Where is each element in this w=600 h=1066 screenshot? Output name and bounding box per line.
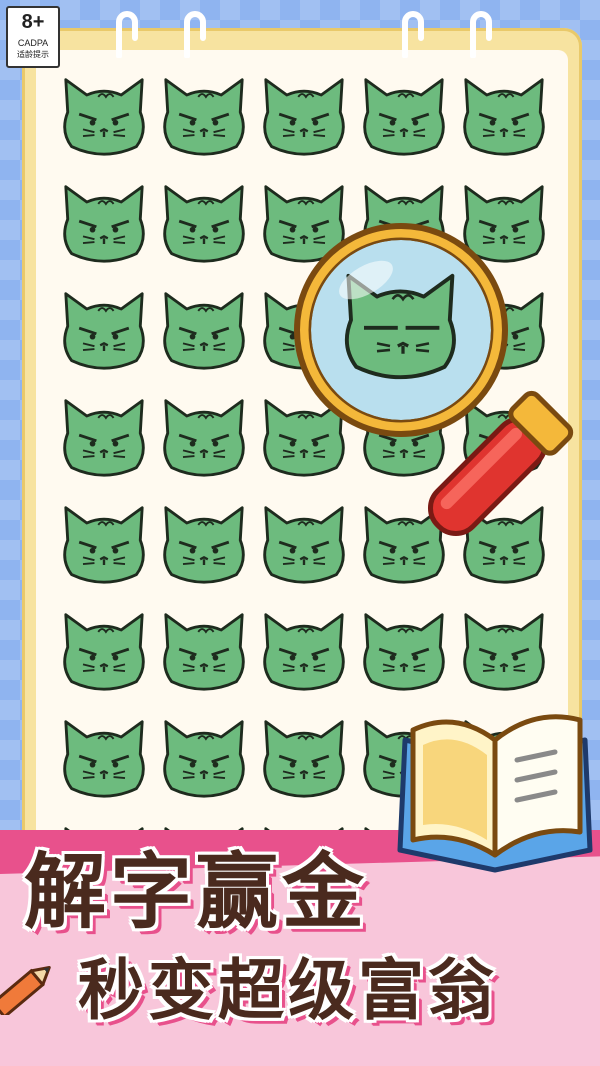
cat-face-icon	[163, 185, 245, 263]
cat-face-icon	[163, 506, 245, 584]
cat-face-icon	[63, 292, 145, 370]
cat-cell[interactable]	[154, 502, 254, 609]
cat-face-icon	[63, 506, 145, 584]
cat-cell[interactable]	[354, 74, 454, 181]
cat-face-icon	[363, 613, 445, 691]
cat-face-icon	[263, 613, 345, 691]
cat-face-icon	[163, 292, 245, 370]
cat-cell[interactable]	[154, 395, 254, 502]
cat-cell[interactable]	[54, 395, 154, 502]
cat-face-icon	[63, 185, 145, 263]
age-rating-org: CADPA	[17, 38, 49, 48]
notebook-ring-right-2	[470, 11, 492, 58]
cat-cell[interactable]	[154, 288, 254, 395]
cat-cell[interactable]	[54, 74, 154, 181]
cat-cell[interactable]	[154, 181, 254, 288]
cat-cell[interactable]	[254, 74, 354, 181]
cat-face-icon	[63, 78, 145, 156]
cat-face-icon	[63, 399, 145, 477]
cat-face-icon	[363, 78, 445, 156]
cat-face-icon	[163, 399, 245, 477]
notebook-ring-right	[402, 11, 424, 58]
cat-cell[interactable]	[54, 181, 154, 288]
cat-face-icon	[463, 613, 545, 691]
cat-cell[interactable]	[154, 74, 254, 181]
cat-face-icon	[463, 78, 545, 156]
magnifier-icon[interactable]	[286, 218, 596, 568]
cat-cell[interactable]	[54, 502, 154, 609]
age-rating-value: 8+	[21, 11, 45, 33]
cat-cell[interactable]	[54, 288, 154, 395]
cat-face-icon	[163, 613, 245, 691]
title-line-1: 解字赢金	[24, 845, 369, 940]
pencil-icon	[0, 966, 51, 1015]
title-line-2: 秒变超级富翁	[78, 952, 498, 1029]
cat-face-icon	[263, 720, 345, 798]
cat-cell[interactable]	[254, 716, 354, 823]
cat-cell[interactable]	[54, 609, 154, 716]
cat-face-icon	[263, 78, 345, 156]
cat-face-icon	[163, 720, 245, 798]
cat-cell[interactable]	[254, 609, 354, 716]
book-icon	[397, 714, 593, 873]
cat-cell[interactable]	[154, 609, 254, 716]
cat-face-icon	[163, 78, 245, 156]
notebook-ring-left	[116, 11, 138, 58]
age-rating-hint: 适龄提示	[17, 50, 49, 59]
age-rating-badge: 8+ CADPA 适龄提示	[6, 6, 60, 68]
cat-cell[interactable]	[54, 716, 154, 823]
notebook-ring-left-2	[184, 11, 206, 58]
cat-cell[interactable]	[454, 74, 554, 181]
cat-cell[interactable]	[154, 716, 254, 823]
cat-face-icon	[63, 613, 145, 691]
cat-face-icon	[63, 720, 145, 798]
